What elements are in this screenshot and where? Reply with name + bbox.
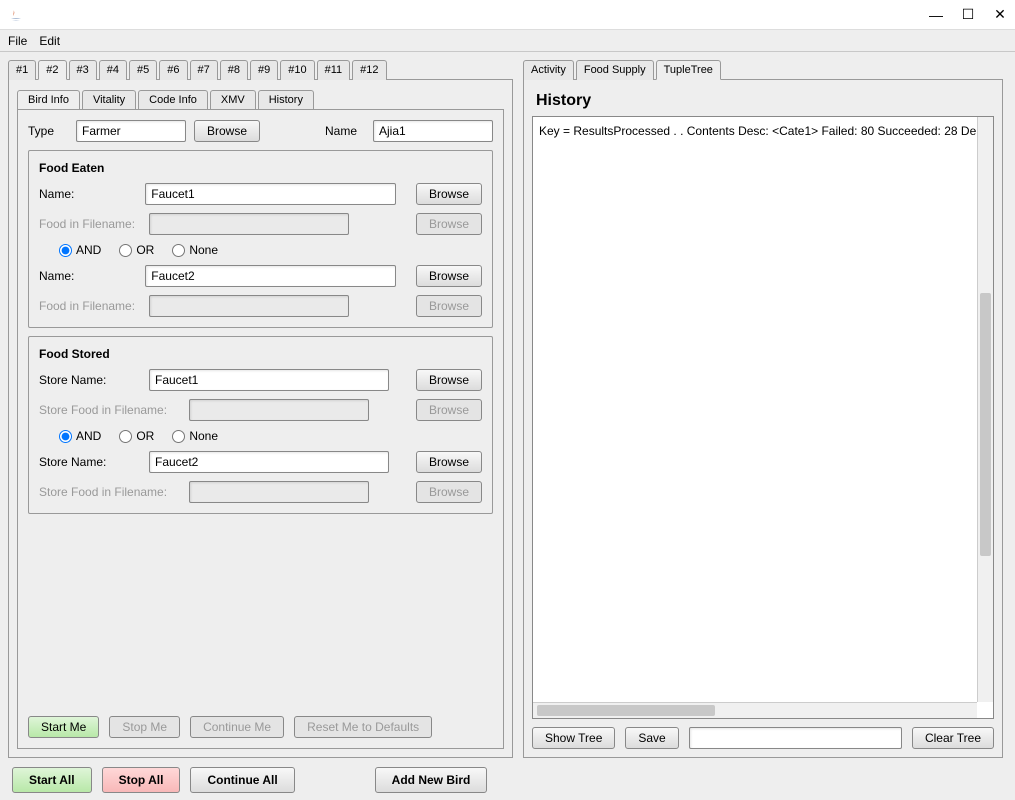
fe-fif2-label: Food in Filename: xyxy=(39,299,139,313)
fe-fif1-input xyxy=(149,213,349,235)
fe-fif-browse1-button: Browse xyxy=(416,213,482,235)
tab-1[interactable]: #1 xyxy=(8,60,36,80)
fs-sfif2-input xyxy=(189,481,369,503)
tab-activity[interactable]: Activity xyxy=(523,60,574,80)
tab-11[interactable]: #11 xyxy=(317,60,351,80)
fe-name1-input[interactable] xyxy=(145,183,396,205)
name-input[interactable] xyxy=(373,120,493,142)
food-eaten-group: Food Eaten Name: Browse Food in Filename… xyxy=(28,150,493,328)
menu-file[interactable]: File xyxy=(8,34,27,48)
history-log[interactable]: Key = ResultsProcessed . . Contents Desc… xyxy=(533,117,993,702)
minimize-icon[interactable]: — xyxy=(929,8,943,22)
name-label: Name xyxy=(325,124,365,138)
fs-radio-or[interactable]: OR xyxy=(119,429,154,443)
tab-6[interactable]: #6 xyxy=(159,60,187,80)
food-stored-title: Food Stored xyxy=(39,347,482,361)
continue-all-button[interactable]: Continue All xyxy=(190,767,294,793)
fs-sfif-browse1-button: Browse xyxy=(416,399,482,421)
type-input[interactable] xyxy=(76,120,186,142)
fe-browse2-button[interactable]: Browse xyxy=(416,265,482,287)
type-label: Type xyxy=(28,124,68,138)
menu-edit[interactable]: Edit xyxy=(39,34,60,48)
fe-fif-browse2-button: Browse xyxy=(416,295,482,317)
fs-browse1-button[interactable]: Browse xyxy=(416,369,482,391)
tab-12[interactable]: #12 xyxy=(352,60,386,80)
tab-tupletree[interactable]: TupleTree xyxy=(656,60,721,80)
start-me-button[interactable]: Start Me xyxy=(28,716,99,738)
add-new-bird-button[interactable]: Add New Bird xyxy=(375,767,488,793)
vertical-scrollbar[interactable] xyxy=(977,117,993,702)
fs-sfif-browse2-button: Browse xyxy=(416,481,482,503)
fs-name1-label: Store Name: xyxy=(39,373,139,387)
fs-name2-label: Store Name: xyxy=(39,455,139,469)
fe-radio-and[interactable]: AND xyxy=(59,243,101,257)
window-titlebar: — ☐ ✕ xyxy=(0,0,1015,30)
fe-radio-none[interactable]: None xyxy=(172,243,218,257)
footer-bar: Start All Stop All Continue All Add New … xyxy=(0,760,1015,800)
fs-name1-input[interactable] xyxy=(149,369,389,391)
horizontal-scrollbar[interactable] xyxy=(533,702,977,718)
reset-me-button: Reset Me to Defaults xyxy=(294,716,432,738)
subtab-history[interactable]: History xyxy=(258,90,314,110)
tab-8[interactable]: #8 xyxy=(220,60,248,80)
continue-me-button: Continue Me xyxy=(190,716,284,738)
fs-radio-none[interactable]: None xyxy=(172,429,218,443)
type-browse-button[interactable]: Browse xyxy=(194,120,260,142)
history-log-container: Key = ResultsProcessed . . Contents Desc… xyxy=(532,116,994,719)
fe-fif-label: Food in Filename: xyxy=(39,217,139,231)
show-tree-button[interactable]: Show Tree xyxy=(532,727,615,749)
java-icon xyxy=(8,7,24,23)
tab-4[interactable]: #4 xyxy=(99,60,127,80)
tab-5[interactable]: #5 xyxy=(129,60,157,80)
subtab-code-info[interactable]: Code Info xyxy=(138,90,208,110)
fe-name2-label: Name: xyxy=(39,269,135,283)
subtab-vitality[interactable]: Vitality xyxy=(82,90,136,110)
fs-sfif2-label: Store Food in Filename: xyxy=(39,485,179,499)
fs-browse2-button[interactable]: Browse xyxy=(416,451,482,473)
subtab-strip: Bird Info Vitality Code Info XMV History xyxy=(17,90,504,110)
fs-sfif1-input xyxy=(189,399,369,421)
food-eaten-title: Food Eaten xyxy=(39,161,482,175)
subtab-xmv[interactable]: XMV xyxy=(210,90,256,110)
fe-radio-or[interactable]: OR xyxy=(119,243,154,257)
menubar: File Edit xyxy=(0,30,1015,52)
fs-name2-input[interactable] xyxy=(149,451,389,473)
tab-9[interactable]: #9 xyxy=(250,60,278,80)
bird-tab-strip: #1 #2 #3 #4 #5 #6 #7 #8 #9 #10 #11 #12 xyxy=(8,60,513,80)
subtab-bird-info[interactable]: Bird Info xyxy=(17,90,80,110)
stop-me-button: Stop Me xyxy=(109,716,180,738)
maximize-icon[interactable]: ☐ xyxy=(961,8,975,22)
fe-browse1-button[interactable]: Browse xyxy=(416,183,482,205)
tab-10[interactable]: #10 xyxy=(280,60,314,80)
fs-radio-and[interactable]: AND xyxy=(59,429,101,443)
save-button[interactable]: Save xyxy=(625,727,678,749)
right-tab-strip: Activity Food Supply TupleTree xyxy=(523,60,1003,80)
tab-food-supply[interactable]: Food Supply xyxy=(576,60,654,80)
start-all-button[interactable]: Start All xyxy=(12,767,92,793)
tab-7[interactable]: #7 xyxy=(190,60,218,80)
clear-tree-button[interactable]: Clear Tree xyxy=(912,727,994,749)
fs-sfif1-label: Store Food in Filename: xyxy=(39,403,179,417)
fe-name-label: Name: xyxy=(39,187,135,201)
save-filename-input[interactable] xyxy=(689,727,902,749)
food-stored-group: Food Stored Store Name: Browse Store Foo… xyxy=(28,336,493,514)
fe-fif2-input xyxy=(149,295,349,317)
history-title: History xyxy=(536,92,994,110)
fe-name2-input[interactable] xyxy=(145,265,396,287)
tab-2[interactable]: #2 xyxy=(38,60,66,80)
tab-3[interactable]: #3 xyxy=(69,60,97,80)
close-icon[interactable]: ✕ xyxy=(993,8,1007,22)
stop-all-button[interactable]: Stop All xyxy=(102,767,181,793)
